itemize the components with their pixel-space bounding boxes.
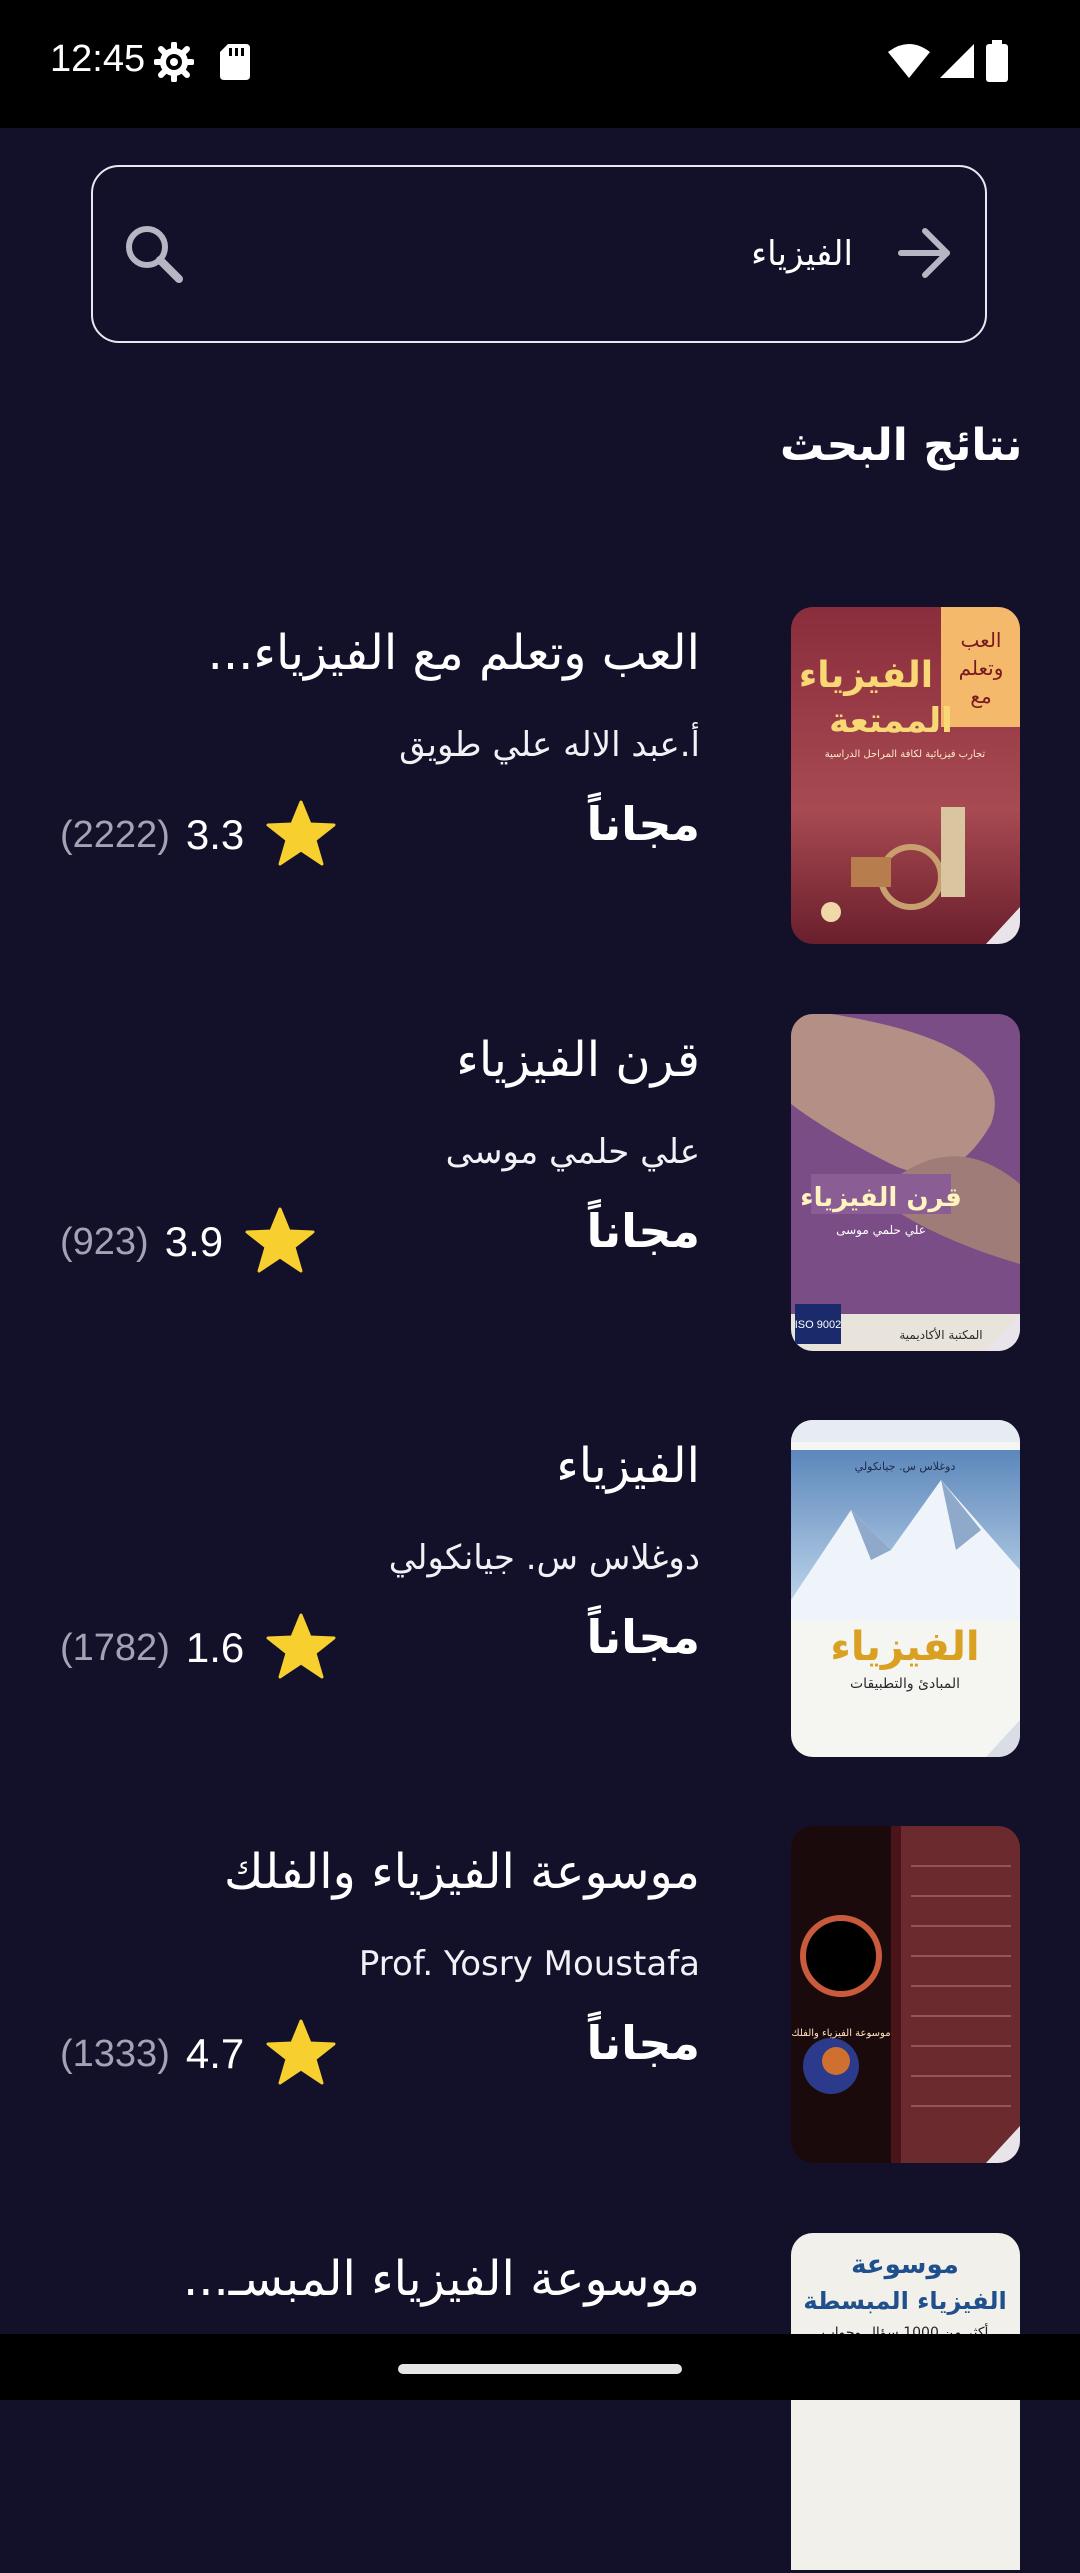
book-author: دوغلاس س. جيانكولي	[388, 1538, 700, 1578]
cover-text: علي حلمي موسى	[836, 1223, 926, 1238]
cover-text: العب	[961, 628, 1002, 652]
book-cover[interactable]: موسوعة الفيزياء المبسطة أكثر من 1000 سؤا…	[791, 2233, 1020, 2570]
book-author: علي حلمي موسى	[445, 1132, 700, 1172]
book-item[interactable]: دوغلاس س. جيانكولي الفيزياء المبادئ والت…	[0, 1420, 1080, 1760]
book-title: الفيزياء	[556, 1438, 700, 1494]
cover-text: مع	[970, 684, 991, 708]
cover-text: الفيزياء المبسطة	[803, 2287, 1006, 2315]
book-item[interactable]: قرن الفيزياء علي حلمي موسى ISO 9002 المك…	[0, 1014, 1080, 1354]
rating-count: (1333)	[60, 2032, 170, 2075]
star-icon	[266, 2019, 336, 2089]
book-item[interactable]: موسوعة الفيزياء المبسطة أكثر من 1000 سؤا…	[0, 2233, 1080, 2573]
search-icon[interactable]	[123, 223, 185, 289]
rating-group: 4.7 (1333)	[60, 2019, 336, 2085]
rating-group: 3.3 (2222)	[60, 800, 336, 866]
cover-text: تجارب فيزيائية لكافة المراحل الدراسية	[825, 749, 986, 760]
cover-text: المكتبة الأكاديمية	[899, 1327, 982, 1342]
wifi-icon	[888, 44, 930, 82]
star-icon	[266, 1613, 336, 1683]
book-price: مجاناً	[586, 797, 700, 851]
book-cover[interactable]: موسوعة الفيزياء والفلك	[791, 1826, 1020, 2163]
gear-icon	[153, 41, 195, 86]
cover-text: موسوعة الفيزياء والفلك	[791, 2028, 890, 2039]
cover-text: المبادئ والتطبيقات	[850, 1676, 960, 1692]
book-price: مجاناً	[586, 2016, 700, 2070]
rating-count: (2222)	[60, 813, 170, 856]
rating-value: 1.6	[185, 1624, 245, 1671]
book-price: مجاناً	[586, 1204, 700, 1258]
cover-text: موسوعة	[851, 2250, 959, 2280]
book-author: أ.عبد الاله علي طويق	[399, 725, 700, 765]
rating-value: 4.7	[185, 2030, 245, 2077]
book-item[interactable]: العب وتعلم مع الفيزياء الممتعة تجارب فيز…	[0, 607, 1080, 947]
rating-group: 3.9 (923)	[60, 1207, 315, 1273]
status-time: 12:45	[50, 38, 146, 80]
rating-group: 1.6 (1782)	[60, 1613, 336, 1679]
cover-text: الفيزياء	[799, 655, 933, 696]
cover-text: الفيزياء	[830, 1624, 979, 1670]
book-item[interactable]: موسوعة الفيزياء والفلك موسوعة الفيزياء و…	[0, 1826, 1080, 2166]
book-cover[interactable]: العب وتعلم مع الفيزياء الممتعة تجارب فيز…	[791, 607, 1020, 944]
rating-value: 3.3	[185, 811, 245, 858]
results-heading: نتائج البحث	[780, 420, 1080, 471]
book-title: قرن الفيزياء	[456, 1032, 700, 1088]
book-price: مجاناً	[586, 1610, 700, 1664]
rating-value: 3.9	[164, 1218, 224, 1265]
book-title: العب وتعلم مع الفيزياء...	[207, 625, 700, 681]
sd-card-icon	[220, 44, 250, 84]
arrow-right-icon[interactable]	[897, 227, 953, 283]
signal-icon	[940, 44, 974, 82]
star-icon	[266, 800, 336, 870]
battery-icon	[986, 40, 1008, 86]
book-title: موسوعة الفيزياء المبسـ...	[182, 2251, 700, 2307]
status-bar: 12:45	[0, 0, 1080, 128]
rating-count: (1782)	[60, 1626, 170, 1669]
home-gesture-handle[interactable]	[398, 2364, 682, 2374]
cover-text: الممتعة	[829, 701, 953, 741]
search-input[interactable]	[213, 167, 853, 341]
book-cover[interactable]: دوغلاس س. جيانكولي الفيزياء المبادئ والت…	[791, 1420, 1020, 1757]
cover-text: ISO 9002	[795, 1319, 841, 1331]
navigation-bar	[0, 2334, 1080, 2400]
book-cover[interactable]: قرن الفيزياء علي حلمي موسى ISO 9002 المك…	[791, 1014, 1020, 1351]
rating-count: (923)	[60, 1220, 149, 1263]
cover-text: وتعلم	[959, 656, 1004, 680]
cover-text: دوغلاس س. جيانكولي	[855, 1460, 956, 1473]
search-box	[91, 165, 987, 343]
results-heading-label: نتائج البحث	[780, 420, 1023, 471]
book-author: Prof. Yosry Moustafa	[358, 1944, 700, 1984]
cover-text: قرن الفيزياء	[800, 1183, 961, 1213]
book-title: موسوعة الفيزياء والفلك	[224, 1844, 700, 1900]
star-icon	[245, 1207, 315, 1277]
